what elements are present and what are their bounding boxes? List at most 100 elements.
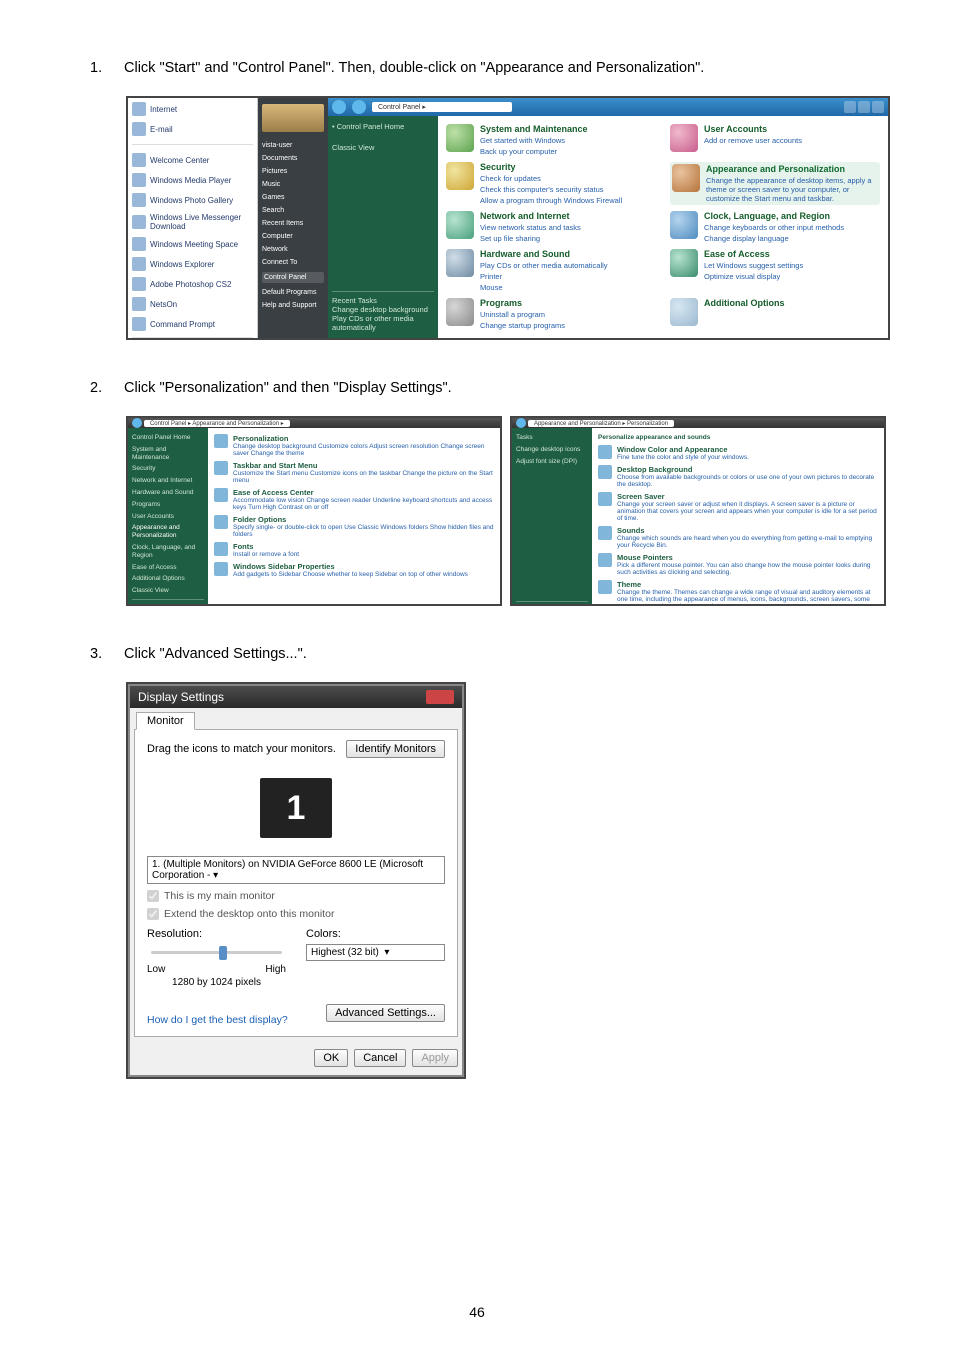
nav-back-icon[interactable] <box>132 418 142 428</box>
display-device-select[interactable]: 1. (Multiple Monitors) on NVIDIA GeForce… <box>147 856 445 884</box>
cat-additional[interactable]: Additional Options <box>670 298 880 330</box>
item-desktop-bg[interactable]: Desktop BackgroundChoose from available … <box>598 465 878 488</box>
colors-select[interactable]: Highest (32 bit) ▾ <box>306 944 445 961</box>
close-icon[interactable] <box>872 101 884 113</box>
res-low: Low <box>147 964 165 975</box>
item-screensaver[interactable]: Screen SaverChange your screen saver or … <box>598 492 878 522</box>
all-programs[interactable]: ▸All Programs <box>132 337 253 338</box>
taskbar-icon <box>214 461 228 475</box>
start-pictures[interactable]: Pictures <box>262 168 324 175</box>
recent-task[interactable]: Change desktop background <box>332 305 434 314</box>
cat-clock[interactable]: Clock, Language, and RegionChange keyboa… <box>670 211 880 243</box>
start-recent-item[interactable]: Windows Media Player <box>132 173 253 187</box>
task-fonts[interactable]: FontsInstall or remove a font <box>214 542 494 558</box>
breadcrumb[interactable]: Appearance and Personalization ▸ Persona… <box>528 420 674 427</box>
start-network[interactable]: Network <box>262 246 324 253</box>
cat-ease-of-access[interactable]: Ease of AccessLet Windows suggest settin… <box>670 249 880 292</box>
start-games[interactable]: Games <box>262 194 324 201</box>
globe-icon <box>132 102 146 116</box>
breadcrumb[interactable]: Control Panel ▸ Appearance and Personali… <box>144 420 290 427</box>
sidebar-item[interactable]: Control Panel Home <box>132 434 204 442</box>
personalization-icon <box>214 434 228 448</box>
step-3-text: Click "Advanced Settings...". <box>124 646 864 662</box>
start-recent-items[interactable]: Recent Items <box>262 220 324 227</box>
start-control-panel[interactable]: Control Panel <box>262 272 324 283</box>
apply-button[interactable]: Apply <box>412 1049 458 1067</box>
res-high: High <box>265 964 286 975</box>
start-connect-to[interactable]: Connect To <box>262 259 324 266</box>
sidebar-item[interactable]: Ease of Access <box>132 564 204 572</box>
task-personalization[interactable]: PersonalizationChange desktop background… <box>214 434 494 457</box>
item-sounds[interactable]: SoundsChange which sounds are heard when… <box>598 526 878 549</box>
sidebar-item[interactable]: Network and Internet <box>132 477 204 485</box>
cancel-button[interactable]: Cancel <box>354 1049 406 1067</box>
item-theme[interactable]: ThemeChange the theme. Themes can change… <box>598 580 878 606</box>
sidebar-item[interactable]: Programs <box>132 501 204 509</box>
recent-task[interactable]: automatically <box>332 323 434 332</box>
help-link[interactable]: How do I get the best display? <box>147 1014 288 1026</box>
monitor-icon[interactable]: 1 <box>260 778 332 838</box>
start-documents[interactable]: Documents <box>262 155 324 162</box>
sidebar-item-active[interactable]: Appearance and Personalization <box>132 524 204 540</box>
start-default-programs[interactable]: Default Programs <box>262 289 324 296</box>
start-recent-item[interactable]: Windows Photo Gallery <box>132 193 253 207</box>
start-recent-item[interactable]: Command Prompt <box>132 317 253 331</box>
maximize-icon[interactable] <box>858 101 870 113</box>
step-1-num: 1. <box>90 60 124 76</box>
start-help[interactable]: Help and Support <box>262 302 324 309</box>
start-music[interactable]: Music <box>262 181 324 188</box>
sidebar-item[interactable]: User Accounts <box>132 513 204 521</box>
item-window-color[interactable]: Window Color and AppearanceFine tune the… <box>598 445 878 461</box>
start-email[interactable]: E-mail <box>132 122 253 136</box>
cat-hardware[interactable]: Hardware and SoundPlay CDs or other medi… <box>446 249 656 292</box>
tab-monitor[interactable]: Monitor <box>136 712 195 730</box>
close-icon[interactable] <box>426 690 454 704</box>
start-recent-item[interactable]: NetsOn <box>132 297 253 311</box>
cat-user-accounts[interactable]: User AccountsAdd or remove user accounts <box>670 124 880 156</box>
cat-network[interactable]: Network and InternetView network status … <box>446 211 656 243</box>
cp-home-link[interactable]: • Control Panel Home <box>332 122 434 131</box>
change-icons-link[interactable]: Change desktop icons <box>516 446 588 454</box>
nav-back-icon[interactable] <box>516 418 526 428</box>
start-recent-item[interactable]: Windows Live Messenger Download <box>132 213 253 231</box>
hardware-icon <box>446 249 474 277</box>
cat-appearance[interactable]: Appearance and PersonalizationChange the… <box>670 162 880 205</box>
cat-programs[interactable]: ProgramsUninstall a programChange startu… <box>446 298 656 330</box>
start-recent-item[interactable]: Windows Explorer <box>132 257 253 271</box>
nav-back-icon[interactable] <box>332 100 346 114</box>
advanced-settings-button[interactable]: Advanced Settings... <box>326 1004 445 1022</box>
cat-security[interactable]: SecurityCheck for updatesCheck this comp… <box>446 162 656 205</box>
figure-2: Control Panel ▸ Appearance and Personali… <box>126 416 886 606</box>
main-monitor-checkbox: This is my main monitor <box>147 890 445 902</box>
sidebar-item[interactable]: System and Maintenance <box>132 446 204 462</box>
cat-system[interactable]: System and MaintenanceGet started with W… <box>446 124 656 156</box>
item-mouse[interactable]: Mouse PointersPick a different mouse poi… <box>598 553 878 576</box>
sidebar-item[interactable]: Security <box>132 465 204 473</box>
sidebar-item[interactable]: Additional Options <box>132 575 204 583</box>
ok-button[interactable]: OK <box>314 1049 348 1067</box>
identify-monitors-button[interactable]: Identify Monitors <box>346 740 445 758</box>
cp-classic-link[interactable]: Classic View <box>332 143 434 152</box>
task-folder[interactable]: Folder OptionsSpecify single- or double-… <box>214 515 494 538</box>
start-internet[interactable]: Internet <box>132 102 253 116</box>
task-ease[interactable]: Ease of Access CenterAccommodate low vis… <box>214 488 494 511</box>
sidebar-item[interactable]: Clock, Language, and Region <box>132 544 204 560</box>
start-recent-item[interactable]: Welcome Center <box>132 153 253 167</box>
nav-forward-icon[interactable] <box>352 100 366 114</box>
recent-task[interactable]: Play CDs or other media <box>332 314 434 323</box>
start-recent-item[interactable]: Adobe Photoshop CS2 <box>132 277 253 291</box>
adjust-dpi-link[interactable]: Adjust font size (DPI) <box>516 458 588 466</box>
start-computer[interactable]: Computer <box>262 233 324 240</box>
task-sidebar[interactable]: Windows Sidebar PropertiesAdd gadgets to… <box>214 562 494 578</box>
sidebar-item[interactable]: Classic View <box>132 587 204 595</box>
monitor-preview[interactable]: 1 <box>147 766 445 856</box>
resolution-slider[interactable] <box>147 944 286 960</box>
step-1-text: Click "Start" and "Control Panel". Then,… <box>124 60 864 76</box>
sidebar-item[interactable]: Hardware and Sound <box>132 489 204 497</box>
sidebar-icon <box>214 562 228 576</box>
task-taskbar[interactable]: Taskbar and Start MenuCustomize the Star… <box>214 461 494 484</box>
start-recent-item[interactable]: Windows Meeting Space <box>132 237 253 251</box>
minimize-icon[interactable] <box>844 101 856 113</box>
breadcrumb[interactable]: Control Panel ▸ <box>372 102 512 112</box>
start-search[interactable]: Search <box>262 207 324 214</box>
